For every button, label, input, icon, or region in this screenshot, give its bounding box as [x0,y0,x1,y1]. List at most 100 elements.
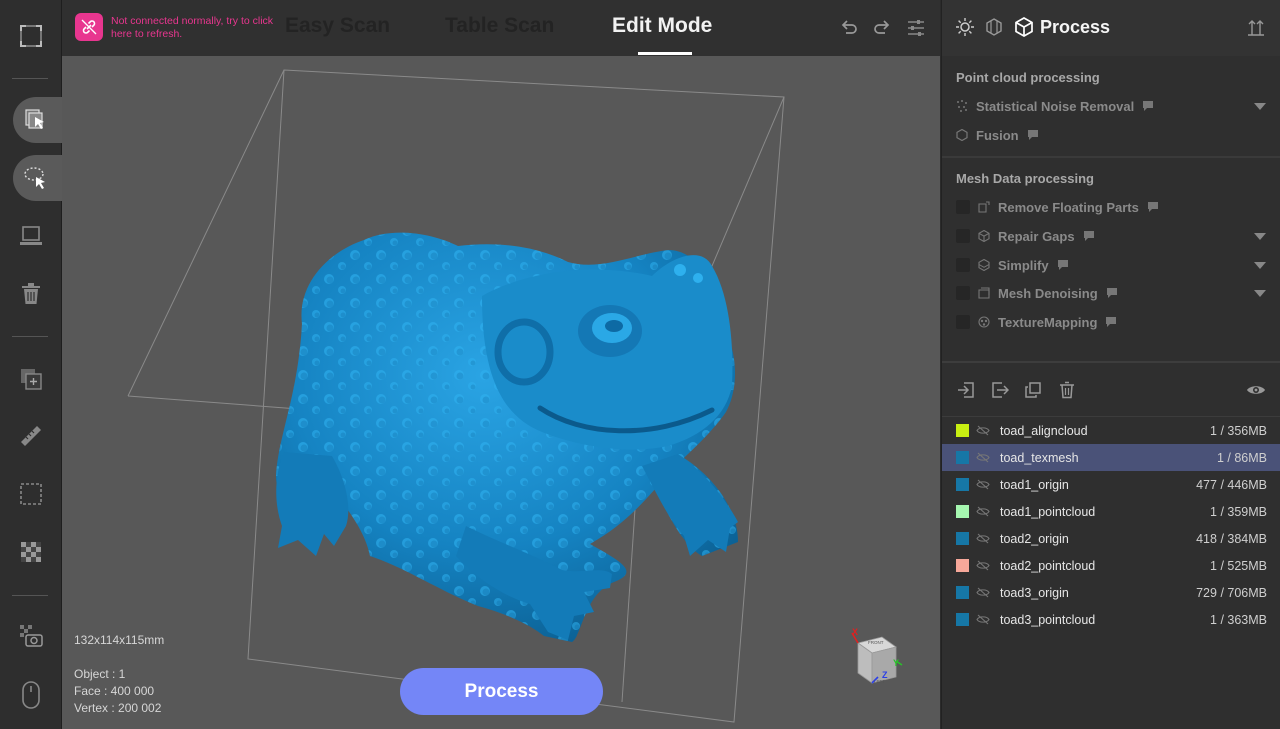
item-label: Repair Gaps [998,228,1075,244]
sun-lighting-icon[interactable] [956,18,974,41]
layer-color-swatch[interactable] [956,478,969,491]
info-chat-icon[interactable] [1083,231,1094,241]
layer-row[interactable]: toad_texmesh 1 / 86MB [942,444,1280,471]
remove-floating-parts-item[interactable]: Remove Floating Parts [956,197,1158,217]
fusion-item[interactable]: Fusion [956,125,1038,145]
chevron-down-icon[interactable] [1254,262,1266,269]
layer-color-swatch[interactable] [956,586,969,599]
section-divider [942,156,1280,158]
info-chat-icon[interactable] [1027,130,1038,140]
toolbar-divider [12,595,48,596]
layer-row[interactable]: toad3_pointcloud 1 / 363MB [942,606,1280,633]
fullscreen-icon[interactable] [0,13,62,59]
toad-3d-model[interactable] [62,56,940,729]
layer-name: toad_texmesh [1000,450,1079,465]
texture-globe-icon [978,316,990,328]
delete-layer-icon[interactable] [1057,380,1077,400]
mesh-denoising-item[interactable]: Mesh Denoising [956,283,1117,303]
laptop-icon[interactable] [0,213,62,259]
model-dimensions: 132x114x115mm [74,633,165,647]
repair-gaps-checkbox[interactable] [956,229,970,243]
layer-row[interactable]: toad2_origin 418 / 384MB [942,525,1280,552]
layer-size: 1 / 363MB [1210,612,1267,627]
layer-size: 729 / 706MB [1196,585,1267,600]
layer-size: 1 / 359MB [1210,504,1267,519]
crop-frame-icon[interactable] [0,471,62,517]
connection-warning-link[interactable]: Not connected normally, try to click her… [111,15,276,41]
repair-gaps-item[interactable]: Repair Gaps [956,226,1094,246]
remove-floating-parts-checkbox[interactable] [956,200,970,214]
simplify-checkbox[interactable] [956,258,970,272]
texture-mesh-icon[interactable] [985,18,1003,41]
cube-face-side-label: LEFT [874,679,886,684]
chevron-down-icon[interactable] [1254,233,1266,240]
export-icon[interactable] [990,380,1010,400]
layer-name: toad1_origin [1000,477,1069,492]
object-count: Object : 1 [74,667,126,681]
layer-color-swatch[interactable] [956,505,969,518]
top-bar: Not connected normally, try to click her… [62,0,940,56]
texture-mapping-checkbox[interactable] [956,315,970,329]
eye-hidden-icon[interactable] [976,614,990,628]
eye-hidden-icon[interactable] [976,560,990,574]
layer-row[interactable]: toad1_origin 477 / 446MB [942,471,1280,498]
redo-icon[interactable] [871,17,893,39]
info-chat-icon[interactable] [1106,317,1117,327]
eye-hidden-icon[interactable] [976,425,990,439]
eye-hidden-icon[interactable] [976,533,990,547]
statistical-noise-removal-item[interactable]: Statistical Noise Removal [956,96,1154,116]
duplicate-icon[interactable] [1023,380,1043,400]
layer-size: 418 / 384MB [1196,531,1267,546]
3d-viewport[interactable]: 132x114x115mm Object : 1 Face : 400 000 … [62,56,940,729]
layer-row[interactable]: toad1_pointcloud 1 / 359MB [942,498,1280,525]
disconnected-link-icon[interactable] [75,13,103,41]
sort-arrows-icon[interactable] [1247,18,1265,41]
camera-texture-icon[interactable] [0,613,62,659]
checkerboard-texture-icon[interactable] [0,529,62,575]
ruler-icon[interactable] [0,413,62,459]
item-label: Mesh Denoising [998,285,1098,301]
settings-sliders-icon[interactable] [905,17,927,39]
info-chat-icon[interactable] [1143,101,1154,111]
info-chat-icon[interactable] [1057,260,1068,270]
add-layer-icon[interactable] [0,356,62,402]
layer-row[interactable]: toad3_origin 729 / 706MB [942,579,1280,606]
texture-mapping-item[interactable]: TextureMapping [956,312,1117,332]
layer-color-swatch[interactable] [956,424,969,437]
layer-size: 1 / 356MB [1210,423,1267,438]
layer-row[interactable]: toad_aligncloud 1 / 356MB [942,417,1280,444]
process-button[interactable]: Process [400,668,603,715]
import-icon[interactable] [956,380,976,400]
orientation-cube[interactable]: X Y Z FRONT LEFT [848,627,904,691]
tab-table-scan[interactable]: Table Scan [445,14,554,38]
layer-color-swatch[interactable] [956,451,969,464]
eye-hidden-icon[interactable] [976,587,990,601]
item-label: Fusion [976,127,1019,143]
trash-icon[interactable] [0,271,62,317]
panel-title: Process [1040,17,1111,37]
process-cube-icon[interactable] [1014,17,1034,42]
layer-row[interactable]: toad2_pointcloud 1 / 525MB [942,552,1280,579]
simplify-mesh-icon [978,259,990,271]
layer-color-swatch[interactable] [956,613,969,626]
tab-edit-mode[interactable]: Edit Mode [612,14,712,38]
chevron-down-icon[interactable] [1254,290,1266,297]
layer-color-swatch[interactable] [956,559,969,572]
mesh-denoising-checkbox[interactable] [956,286,970,300]
layer-name: toad1_pointcloud [1000,504,1096,519]
info-chat-icon[interactable] [1147,202,1158,212]
select-cursor-icon[interactable] [13,97,62,143]
chevron-down-icon[interactable] [1254,103,1266,110]
panel-divider [942,361,1280,363]
layer-color-swatch[interactable] [956,532,969,545]
simplify-item[interactable]: Simplify [956,255,1068,275]
mouse-icon[interactable] [0,672,62,718]
undo-icon[interactable] [838,17,860,39]
eye-hidden-icon[interactable] [976,506,990,520]
info-chat-icon[interactable] [1106,288,1117,298]
lasso-select-icon[interactable] [13,155,62,201]
eye-hidden-icon[interactable] [976,452,990,466]
eye-hidden-icon[interactable] [976,479,990,493]
tab-easy-scan[interactable]: Easy Scan [285,14,390,38]
eye-visibility-icon[interactable] [1246,380,1266,400]
